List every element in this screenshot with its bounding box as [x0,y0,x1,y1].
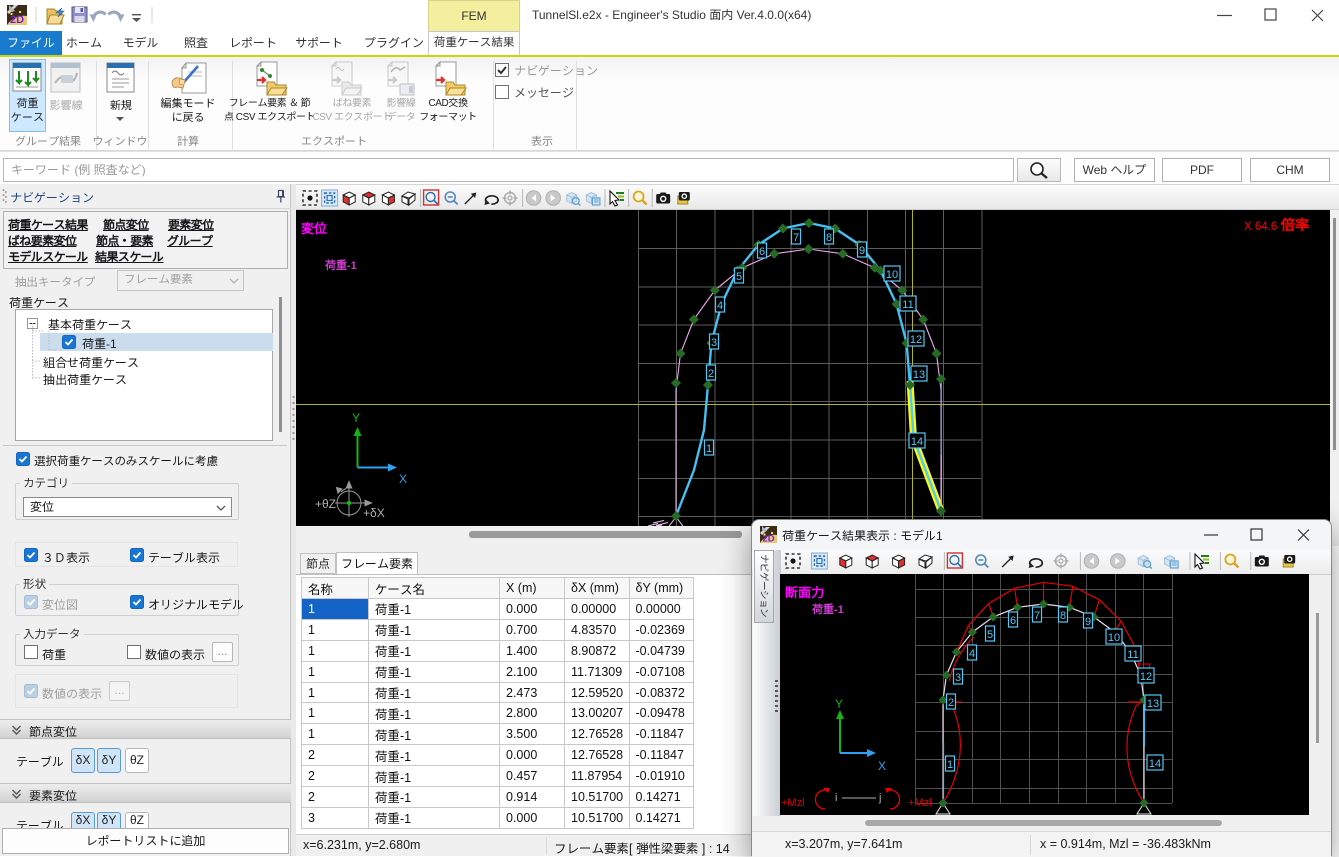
svg-text:7: 7 [1034,610,1040,622]
svg-text:j: j [878,792,881,804]
svg-text:13: 13 [1147,698,1159,710]
svg-text:9: 9 [1085,616,1091,628]
svg-text:+Mzl: +Mzl [781,797,805,809]
svg-text:6: 6 [1010,615,1016,627]
svg-text:i: i [835,792,837,804]
svg-text:2: 2 [948,697,954,709]
svg-text:14: 14 [911,436,923,448]
svg-text:8: 8 [1060,610,1066,622]
svg-text:+δX: +δX [363,506,385,520]
svg-text:5: 5 [987,629,993,641]
svg-text:12: 12 [1140,671,1152,683]
svg-text:+Mzl: +Mzl [908,797,932,809]
svg-text:X: X [878,759,886,773]
svg-text:3: 3 [955,672,961,684]
svg-text:13: 13 [913,369,925,381]
svg-text:断面力: 断面力 [785,585,824,600]
svg-text:荷重-1: 荷重-1 [811,603,844,616]
svg-text:9: 9 [859,245,865,257]
svg-text:14: 14 [1149,758,1161,770]
svg-text:8: 8 [826,232,832,244]
svg-text:2: 2 [708,368,714,380]
svg-text:変位: 変位 [301,221,327,236]
svg-text:5: 5 [736,271,742,283]
svg-text:1: 1 [706,443,712,455]
svg-text:10: 10 [1108,632,1120,644]
svg-text:1: 1 [947,759,953,771]
svg-text:3: 3 [711,337,717,349]
svg-text:+θZ: +θZ [315,497,336,511]
svg-text:4: 4 [969,648,975,660]
svg-text:Y: Y [352,411,360,425]
svg-text:6: 6 [759,246,765,258]
svg-text:7: 7 [793,232,799,244]
svg-text:X: X [399,472,407,486]
svg-text:Y: Y [835,697,843,711]
svg-text:11: 11 [1127,649,1138,661]
svg-text:2D: 2D [10,14,24,26]
svg-text:4: 4 [717,300,723,312]
svg-text:12: 12 [910,334,922,346]
svg-text:10: 10 [886,269,898,281]
svg-text:荷重-1: 荷重-1 [324,259,357,272]
svg-text:11: 11 [902,299,913,311]
